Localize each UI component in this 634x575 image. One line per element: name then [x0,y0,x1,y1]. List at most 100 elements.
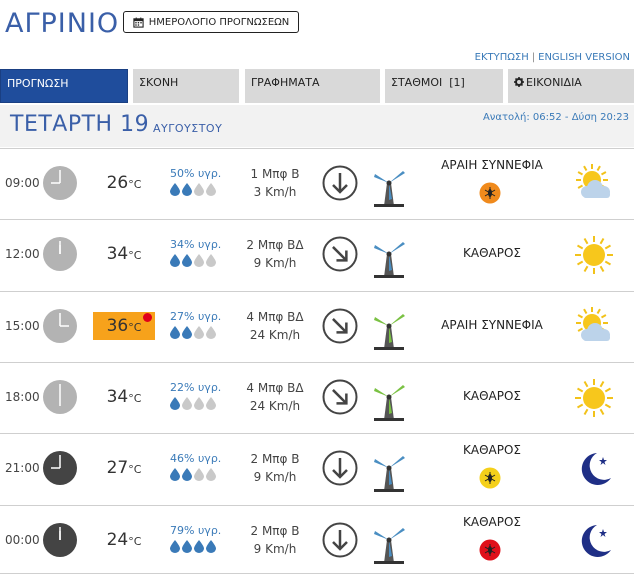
wind-direction-arrow-icon [322,236,358,272]
forecast-row: 15:00 36°C 27% υγρ. 4 Μπφ ΒΔ 24 Km/h ΑΡΑΙ… [0,291,634,362]
temperature-value: 34 [106,244,129,264]
divider [0,573,634,574]
wind: 4 Μπφ ΒΔ 24 Km/h [232,379,318,415]
tab-label: ΣΚΟΝΗ [139,76,179,89]
temperature-value: 26 [106,173,129,193]
windmill-icon [370,448,408,492]
humidity-drop-icon [170,326,180,342]
temperature-value: 27 [106,458,129,478]
humidity-drop-icon [206,254,216,270]
weather-condition: ΚΑΘΑΡΟΣ [463,246,521,260]
clock-icon [42,450,78,486]
calendar-button-label: ΗΜΕΡΟΛΟΓΙΟ ΠΡΟΓΝΩΣΕΩΝ [148,16,290,28]
humidity-drop-icon [182,183,192,199]
heat-alert-dot [143,313,152,322]
wind-direction-arrow-icon [322,522,358,558]
mosquito-icon [479,539,501,561]
forecast-time: 15:00 [5,319,40,333]
forecast-calendar-button[interactable]: ΗΜΕΡΟΛΟΓΙΟ ΠΡΟΓΝΩΣΕΩΝ [123,11,299,33]
tab-charts[interactable]: ΓΡΑΦΗΜΑΤΑ [245,69,380,103]
humidity: 22% υγρ. [170,381,230,413]
humidity-drops [170,468,230,484]
forecast-time: 00:00 [5,533,40,547]
wind-direction-arrow-icon [322,165,358,201]
forecast-time: 09:00 [5,176,40,190]
humidity-value: 22% υγρ. [170,381,222,394]
mosquito-icon [479,467,501,489]
wind-beaufort: 2 Μπφ Β [250,452,300,466]
forecast-time: 18:00 [5,390,40,404]
humidity-drop-icon [170,540,180,556]
temperature: 34°C [93,383,155,411]
temperature-unit: °C [128,392,142,405]
tab-bar: ΠΡΟΓΝΩΣΗ ΣΚΟΝΗ ΓΡΑΦΗΜΑΤΑ ΣΤΑΘΜΟΙ [1] ΕΙΚ… [0,69,634,103]
temperature-unit: °C [128,321,142,334]
tab-label: ΠΡΟΓΝΩΣΗ [7,77,69,90]
humidity-drops [170,397,230,413]
weather-condition: ΚΑΘΑΡΟΣ [463,443,521,457]
humidity: 50% υγρ. [170,167,230,199]
forecast-row: 09:00 26°C 50% υγρ. 1 Μπφ Β 3 Km/h ΑΡΑΙΗ … [0,148,634,219]
top-links: ΕΚΤΥΠΩΣΗ | ENGLISH VERSION [475,52,630,63]
humidity-drop-icon [170,468,180,484]
humidity-drops [170,254,230,270]
humidity-value: 46% υγρ. [170,452,222,465]
temperature-value: 36 [106,316,129,336]
tab-stations[interactable]: ΣΤΑΘΜΟΙ [1] [385,69,503,103]
windmill-icon [370,306,408,350]
link-separator: | [531,52,536,63]
humidity-drop-icon [194,468,204,484]
humidity-drop-icon [206,540,216,556]
temperature-value: 34 [106,387,129,407]
english-version-link[interactable]: ENGLISH VERSION [538,52,630,63]
humidity-drops [170,183,230,199]
humidity-value: 50% υγρ. [170,167,222,180]
humidity-drop-icon [170,397,180,413]
temperature: 36°C [93,312,155,340]
humidity-drop-icon [182,254,192,270]
wind: 2 Μπφ ΒΔ 9 Km/h [232,236,318,272]
humidity: 46% υγρ. [170,452,230,484]
moon-icon [573,520,615,562]
windmill-icon [370,234,408,278]
clock-icon [42,522,78,558]
humidity-drops [170,326,230,342]
print-link[interactable]: ΕΚΤΥΠΩΣΗ [475,52,529,63]
day-name: ΤΕΤΑΡΤΗ 19 [10,112,150,137]
wind-speed: 9 Km/h [253,470,297,484]
humidity-value: 34% υγρ. [170,238,222,251]
sunrise-sunset: Ανατολή: 06:52 - Δύση 20:23 [482,112,629,123]
humidity-drop-icon [170,254,180,270]
humidity-drop-icon [206,326,216,342]
humidity-drop-icon [182,468,192,484]
humidity-drop-icon [182,397,192,413]
temperature-unit: °C [128,178,142,191]
wind-speed: 24 Km/h [249,328,301,342]
tab-label: ΓΡΑΦΗΜΑΤΑ [251,76,320,89]
calendar-icon [133,16,144,28]
wind-direction-arrow-icon [322,308,358,344]
day-header: ΤΕΤΑΡΤΗ 19 ΑΥΓΟΥΣΤΟΥ Ανατολή: 06:52 - Δύ… [0,105,634,147]
wind-speed: 3 Km/h [253,185,297,199]
tab-icons[interactable]: ΕΙΚΟΝΙΔΙΑ [508,69,634,103]
temperature-value: 24 [106,530,129,550]
humidity-drop-icon [194,254,204,270]
wind-speed: 24 Km/h [249,399,301,413]
mosquito-icon [479,182,501,204]
weather-condition: ΑΡΑΙΗ ΣΥΝΝΕΦΙΑ [441,158,543,172]
humidity-drop-icon [182,326,192,342]
weather-condition: ΚΑΘΑΡΟΣ [463,389,521,403]
temperature-unit: °C [128,463,142,476]
clock-icon [42,379,78,415]
wind-beaufort: 4 Μπφ ΒΔ [246,381,304,395]
humidity-drop-icon [194,326,204,342]
wind: 4 Μπφ ΒΔ 24 Km/h [232,308,318,344]
temperature: 34°C [93,240,155,268]
tab-dust[interactable]: ΣΚΟΝΗ [133,69,239,103]
tab-forecast[interactable]: ΠΡΟΓΝΩΣΗ [0,69,128,103]
forecast-row: 21:00 27°C 46% υγρ. 2 Μπφ Β 9 Km/h ΚΑΘΑΡΟ… [0,433,634,504]
humidity-drop-icon [194,397,204,413]
tab-label: ΕΙΚΟΝΙΔΙΑ [526,76,582,89]
wind: 1 Μπφ Β 3 Km/h [232,165,318,201]
sun-cloud-icon [573,163,615,205]
